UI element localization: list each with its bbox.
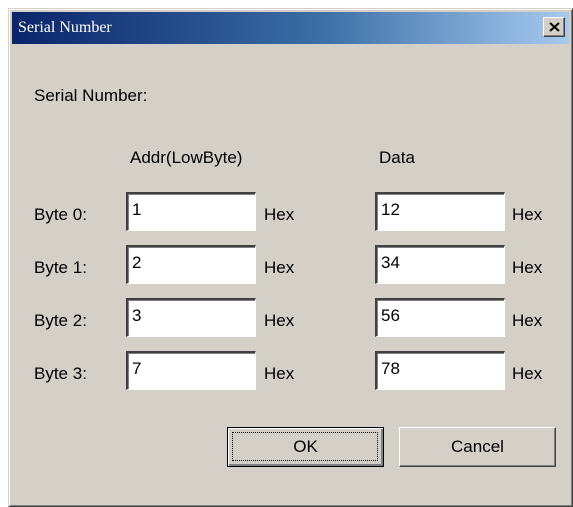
byte-3-addr-unit: Hex — [264, 364, 295, 383]
byte-0-data-input[interactable]: 12 — [375, 192, 505, 231]
byte-1-label: Byte 1: — [34, 258, 87, 277]
byte-0-label: Byte 0: — [34, 205, 87, 224]
byte-3-label: Byte 3: — [34, 364, 87, 383]
serial-number-heading: Serial Number: — [34, 86, 148, 105]
window-title: Serial Number — [18, 19, 112, 36]
title-bar[interactable]: Serial Number — [12, 12, 569, 44]
byte-0-data-unit: Hex — [512, 205, 543, 224]
cancel-button-label: Cancel — [451, 437, 504, 456]
byte-2-data-unit: Hex — [512, 311, 543, 330]
byte-3-data-input[interactable]: 78 — [375, 351, 505, 390]
byte-0-addr-unit: Hex — [264, 205, 295, 224]
byte-1-data-input[interactable]: 34 — [375, 245, 505, 284]
byte-2-addr-input[interactable]: 3 — [126, 298, 256, 337]
byte-3-addr-input[interactable]: 7 — [126, 351, 256, 390]
addr-column-header: Addr(LowByte) — [130, 148, 243, 167]
byte-2-label: Byte 2: — [34, 311, 87, 330]
cancel-button[interactable]: Cancel — [399, 427, 556, 467]
ok-button-label: OK — [293, 437, 318, 456]
close-icon — [549, 22, 560, 32]
ok-button[interactable]: OK — [227, 427, 384, 467]
byte-2-data-input[interactable]: 56 — [375, 298, 505, 337]
serial-number-dialog: Serial Number Serial Number: Addr(LowByt… — [8, 8, 573, 507]
byte-0-addr-input[interactable]: 1 — [126, 192, 256, 231]
byte-1-addr-input[interactable]: 2 — [126, 245, 256, 284]
byte-1-data-unit: Hex — [512, 258, 543, 277]
data-column-header: Data — [379, 148, 415, 167]
byte-3-data-unit: Hex — [512, 364, 543, 383]
byte-1-addr-unit: Hex — [264, 258, 295, 277]
close-button[interactable] — [543, 17, 565, 37]
byte-2-addr-unit: Hex — [264, 311, 295, 330]
